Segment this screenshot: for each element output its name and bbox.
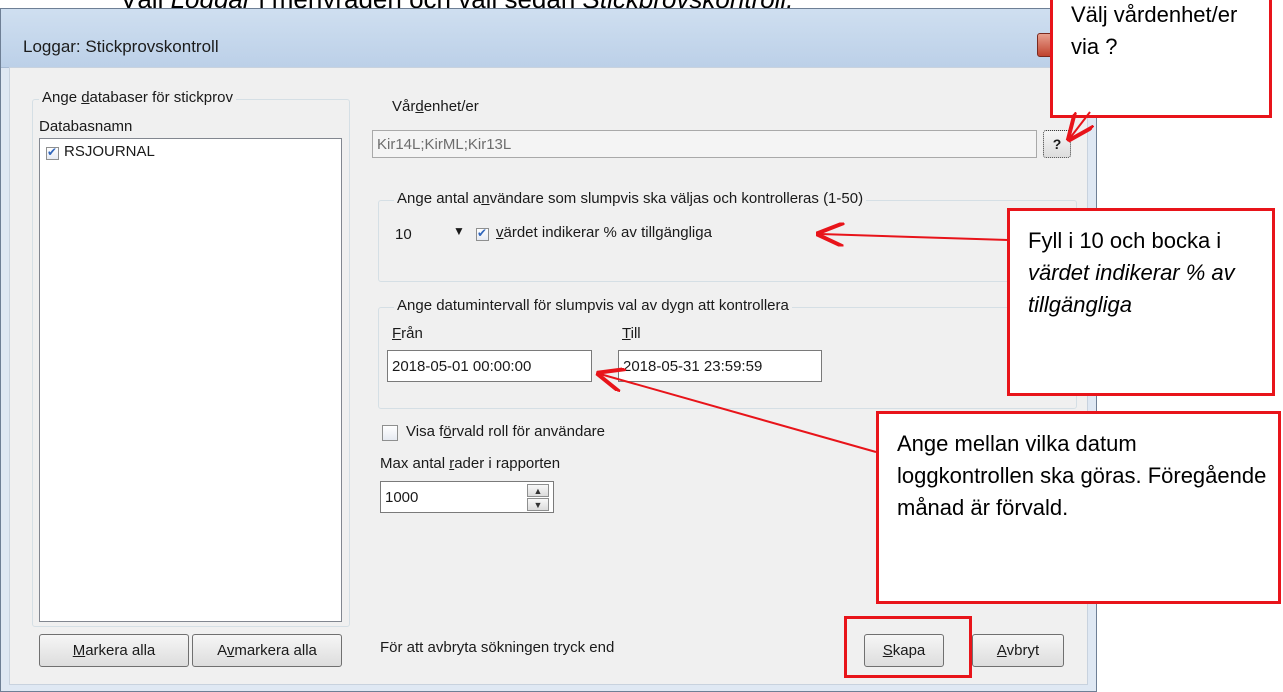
database-checkbox[interactable]: [46, 145, 59, 160]
to-date-field[interactable]: 2018-05-31 23:59:59: [618, 350, 822, 382]
care-unit-field[interactable]: Kir14L;KirML;Kir13L: [372, 130, 1037, 158]
max-rows-spin-up[interactable]: ▲: [527, 484, 549, 497]
dates-callout: Ange mellan vilka datum loggkontrollen s…: [876, 411, 1281, 604]
deselect-all-button[interactable]: Avmarkera alla: [192, 634, 342, 667]
databases-group-title: Ange databaser för stickprov: [39, 89, 236, 106]
care-unit-label: Vårdenhet/er: [392, 98, 479, 115]
default-role-label: Visa förvald roll för användare: [406, 423, 606, 440]
date-range-group-title: Ange datumintervall för slumpvis val av …: [394, 297, 792, 314]
user-count-callout: Fyll i 10 och bocka i värdet indikerar %…: [1007, 208, 1275, 396]
user-count-value[interactable]: 10: [395, 226, 412, 243]
percent-checkbox[interactable]: [476, 226, 489, 241]
from-label: Från: [392, 325, 423, 342]
window-title: Loggar: Stickprovskontroll: [23, 37, 219, 56]
user-count-group-title: Ange antal användare som slumpvis ska vä…: [394, 190, 867, 207]
create-button-highlight: [844, 616, 972, 678]
title-bar: Loggar: Stickprovskontroll: [1, 9, 1096, 68]
care-unit-callout: Välj vårdenhet/er via ?: [1050, 0, 1272, 118]
cancel-button[interactable]: Avbryt: [972, 634, 1064, 667]
database-column-header: Databasnamn: [39, 118, 133, 135]
cancel-hint-text: För att avbryta sökningen tryck end: [380, 639, 615, 656]
user-count-group: [378, 200, 1077, 282]
percent-label: värdet indikerar % av tillgängliga: [496, 224, 712, 241]
from-date-field[interactable]: 2018-05-01 00:00:00: [387, 350, 592, 382]
max-rows-spin-down[interactable]: ▼: [527, 498, 549, 511]
database-item-label: RSJOURNAL: [64, 143, 155, 160]
max-rows-label: Max antal rader i rapporten: [380, 455, 561, 472]
default-role-checkbox[interactable]: [382, 425, 398, 441]
user-count-dropdown-icon[interactable]: ▼: [453, 224, 465, 238]
database-listbox[interactable]: RSJOURNAL: [39, 138, 342, 622]
care-unit-browse-button[interactable]: ?: [1043, 130, 1071, 158]
to-label: Till: [622, 325, 641, 342]
select-all-button[interactable]: Markera alla: [39, 634, 189, 667]
